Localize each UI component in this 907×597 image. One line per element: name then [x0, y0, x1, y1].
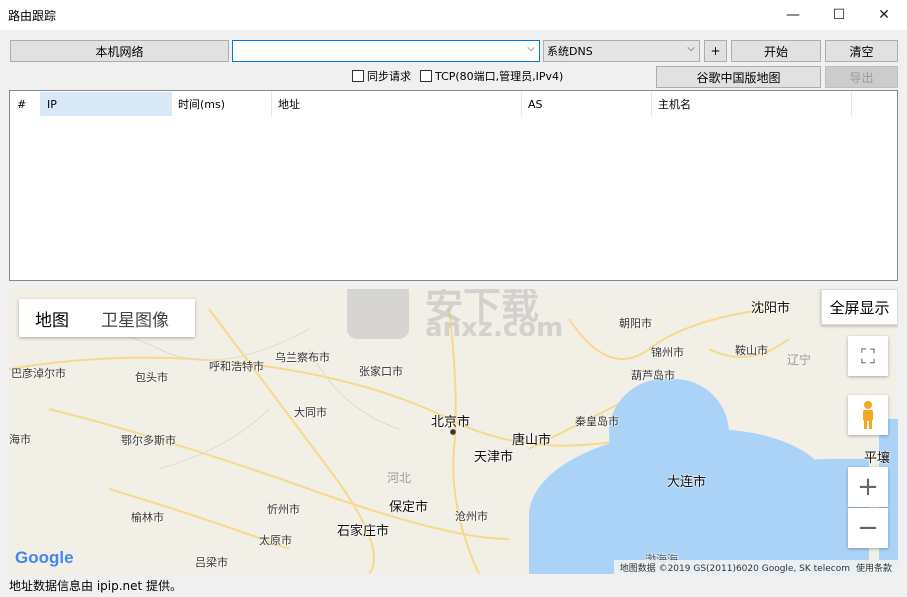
- city-label: 张家口市: [359, 365, 403, 378]
- sync-request-label: 同步请求: [367, 70, 411, 83]
- city-label: 沈阳市: [751, 301, 791, 316]
- title-bar: 路由跟踪 — ☐ ✕: [0, 0, 907, 30]
- zoom-out-button[interactable]: −: [848, 508, 888, 548]
- status-text: 地址数据信息由 ipip.net 提供。: [9, 579, 183, 593]
- city-label: 乌兰察布市: [275, 351, 330, 364]
- column-header-index[interactable]: #: [11, 92, 41, 116]
- tab-map[interactable]: 地图: [19, 306, 85, 331]
- terms-link[interactable]: 使用条款: [853, 561, 895, 574]
- clear-button[interactable]: 清空: [825, 40, 898, 62]
- city-label: 沧州市: [455, 510, 488, 523]
- city-label: 北京市: [431, 415, 471, 430]
- sync-request-checkbox[interactable]: 同步请求: [352, 68, 411, 84]
- checkbox-box[interactable]: [352, 70, 364, 82]
- shield-icon: [347, 289, 409, 339]
- dns-value: 系统DNS: [547, 45, 593, 58]
- city-label: 鄂尔多斯市: [121, 434, 176, 447]
- province-label: 辽宁: [787, 353, 812, 367]
- watermark-url: anxz.com: [425, 313, 564, 343]
- start-button[interactable]: 开始: [731, 40, 821, 62]
- target-combobox[interactable]: ⌵: [232, 40, 540, 62]
- city-label: 太原市: [259, 534, 292, 547]
- capital-marker: [450, 429, 456, 435]
- pegman-figure: [863, 401, 873, 429]
- maximize-button[interactable]: ☐: [816, 0, 862, 30]
- tcp-label: TCP(80端口,管理员,IPv4): [435, 70, 564, 83]
- add-button[interactable]: +: [704, 40, 727, 62]
- dns-select[interactable]: 系统DNS ⌵: [543, 40, 700, 62]
- pegman-icon[interactable]: [848, 395, 888, 435]
- city-label: 大连市: [667, 475, 707, 490]
- city-label: 包头市: [135, 371, 168, 384]
- google-china-map-button[interactable]: 谷歌中国版地图: [656, 66, 821, 88]
- chevron-down-icon[interactable]: ⌵: [687, 43, 695, 54]
- city-label: 保定市: [389, 500, 429, 515]
- tab-satellite[interactable]: 卫星图像: [85, 306, 185, 331]
- google-logo-text: Google: [15, 548, 74, 567]
- city-label: 葫芦岛市: [631, 369, 675, 382]
- fullscreen-button[interactable]: 全屏显示: [821, 289, 898, 325]
- expand-icon[interactable]: ⛶: [848, 336, 888, 376]
- column-header-time[interactable]: 时间(ms): [172, 92, 272, 116]
- attribution-text: 地图数据 ©2019 GS(2011)6020 Google, SK telec…: [619, 563, 850, 574]
- city-label: 吕梁市: [195, 556, 228, 569]
- chevron-down-icon[interactable]: ⌵: [527, 43, 535, 54]
- city-label: 海市: [9, 433, 31, 446]
- checkbox-box[interactable]: [420, 70, 432, 82]
- map-view[interactable]: 安下载 anxz.com 河北 辽宁 巴彦淖尔市 包头市 呼和浩特市 乌兰察布市…: [9, 289, 898, 574]
- city-label: 忻州市: [267, 503, 300, 516]
- export-button[interactable]: 导出: [825, 66, 898, 88]
- city-label: 唐山市: [512, 433, 552, 448]
- column-header-ip[interactable]: IP: [41, 92, 172, 116]
- city-label: 锦州市: [651, 346, 684, 359]
- close-button[interactable]: ✕: [861, 0, 907, 30]
- map-type-tabs: 地图 卫星图像: [19, 299, 195, 337]
- tcp-checkbox[interactable]: TCP(80端口,管理员,IPv4): [420, 68, 563, 84]
- city-label: 榆林市: [131, 511, 164, 524]
- city-label: 大同市: [294, 406, 327, 419]
- city-label: 石家庄市: [337, 524, 390, 539]
- city-label: 天津市: [474, 450, 514, 465]
- city-label: 朝阳市: [619, 317, 652, 330]
- province-label: 河北: [387, 471, 412, 485]
- column-header-hostname[interactable]: 主机名: [652, 92, 852, 116]
- results-table[interactable]: # IP 时间(ms) 地址 AS 主机名: [9, 90, 898, 281]
- window-title: 路由跟踪: [8, 9, 57, 23]
- city-label: 鞍山市: [735, 344, 768, 357]
- zoom-in-button[interactable]: +: [848, 467, 888, 507]
- city-label: 巴彦淖尔市: [11, 367, 66, 380]
- column-header-address[interactable]: 地址: [272, 92, 522, 116]
- google-logo: Google: [15, 548, 74, 568]
- city-label: 平壤: [864, 451, 891, 466]
- local-network-button[interactable]: 本机网络: [10, 40, 229, 62]
- city-label: 呼和浩特市: [209, 360, 264, 373]
- minimize-button[interactable]: —: [770, 0, 816, 30]
- map-attribution: 地图数据 ©2019 GS(2011)6020 Google, SK telec…: [613, 560, 898, 574]
- column-header-as[interactable]: AS: [522, 92, 652, 116]
- city-label: 秦皇岛市: [575, 415, 619, 428]
